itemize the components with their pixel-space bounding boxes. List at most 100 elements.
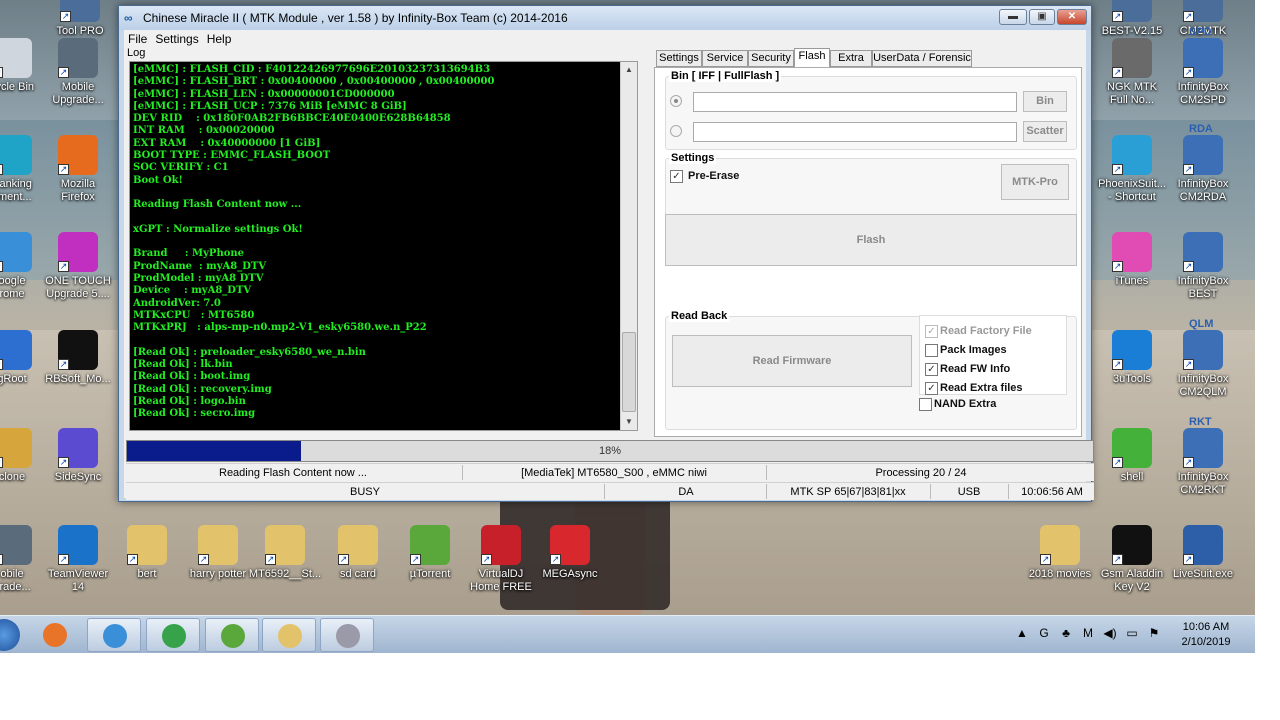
bin-path-field[interactable] bbox=[693, 92, 1017, 112]
menu-settings[interactable]: Settings bbox=[151, 30, 202, 46]
desktop-icon[interactable]: ↗ Gsm Aladdin Key V2 bbox=[1092, 525, 1172, 594]
desktop-icon[interactable]: ↗ RDA InfinityBox CM2RDA bbox=[1163, 123, 1243, 204]
desktop-icon-label: VirtualDJ Home FREE bbox=[470, 568, 532, 593]
desktop-icon[interactable]: ↗ RBSoft_Mo... bbox=[38, 330, 118, 386]
tray-icon[interactable]: ⚑ bbox=[1147, 626, 1161, 640]
log-scrollbar[interactable]: ▲ ▼ bbox=[620, 62, 637, 430]
app-icon: ↗ bbox=[0, 232, 32, 272]
desktop-icon[interactable]: ↗ TeamViewer 14 bbox=[38, 525, 118, 594]
log-line: MTKxCPU : MT6580 bbox=[133, 309, 255, 321]
shortcut-arrow-icon: ↗ bbox=[1183, 554, 1194, 565]
desktop-icon[interactable]: ↗ ONE TOUCH Upgrade 5.... bbox=[38, 232, 118, 301]
minimize-button[interactable]: ▬ bbox=[999, 9, 1027, 25]
bin-radio[interactable] bbox=[670, 95, 682, 107]
shortcut-arrow-icon: ↗ bbox=[0, 359, 3, 370]
bin-group-title: Bin [ IFF | FullFlash ] bbox=[669, 70, 782, 82]
app-icon: ↗ bbox=[1112, 232, 1152, 272]
start-orb-icon[interactable] bbox=[0, 619, 20, 651]
desktop-icon-label: sd card bbox=[339, 568, 377, 580]
desktop-icon[interactable]: ↗ InfinityBox BEST bbox=[1163, 232, 1243, 301]
desktop-icon[interactable]: ↗ MEGAsync bbox=[530, 525, 610, 581]
scroll-thumb[interactable] bbox=[622, 332, 636, 412]
read-option-checkbox[interactable]: ✓ bbox=[925, 363, 938, 376]
menu-file[interactable]: File bbox=[124, 30, 151, 46]
app-icon: ↗ bbox=[0, 135, 32, 175]
status-message: Reading Flash Content now ... bbox=[219, 467, 367, 479]
desktop-icon[interactable]: ↗ BEST-V2.15 bbox=[1092, 0, 1172, 38]
desktop-icon[interactable]: ↗ PhoenixSuit... - Shortcut bbox=[1092, 135, 1172, 204]
desktop-icon[interactable]: ↗ Tool PRO bbox=[40, 0, 120, 38]
desktop-icon[interactable]: ↗ VirtualDJ Home FREE bbox=[461, 525, 541, 594]
app-icon: ↗ bbox=[1112, 428, 1152, 468]
desktop-icon[interactable]: ↗ sd card bbox=[318, 525, 398, 581]
tab-userdata-forensic[interactable]: UserData / Forensic bbox=[872, 50, 972, 67]
scroll-up-icon[interactable]: ▲ bbox=[621, 62, 637, 78]
read-option-checkbox[interactable] bbox=[925, 344, 938, 357]
nand-extra-checkbox[interactable] bbox=[919, 398, 932, 411]
mtk-pro-button[interactable]: MTK-Pro bbox=[1001, 164, 1069, 200]
desktop-icon[interactable]: ↗ SideSync bbox=[38, 428, 118, 484]
desktop-icon[interactable]: ↗ NGK MTK Full No... bbox=[1092, 38, 1172, 107]
desktop-icon[interactable]: ↗ QLM InfinityBox CM2QLM bbox=[1163, 318, 1243, 399]
read-option-checkbox[interactable]: ✓ bbox=[925, 382, 938, 395]
scatter-radio[interactable] bbox=[670, 125, 682, 137]
taskbar-button-media-player[interactable] bbox=[28, 618, 82, 652]
shortcut-arrow-icon: ↗ bbox=[338, 554, 349, 565]
taskbar-button-chrome[interactable] bbox=[87, 618, 141, 652]
desktop-icon[interactable]: ↗ MT6592__St... bbox=[245, 525, 325, 581]
desktop-icon[interactable]: ↗ bert bbox=[107, 525, 187, 581]
close-button[interactable]: ✕ bbox=[1057, 9, 1087, 25]
explorer-icon bbox=[278, 624, 302, 648]
pre-erase-checkbox[interactable]: ✓ bbox=[670, 170, 683, 183]
shortcut-arrow-icon: ↗ bbox=[1183, 11, 1194, 22]
desktop-icon[interactable]: ↗ 3uTools bbox=[1092, 330, 1172, 386]
taskbar-button-network[interactable] bbox=[146, 618, 200, 652]
desktop-icon[interactable]: ↗ LiveSuit.exe bbox=[1163, 525, 1243, 581]
system-clock[interactable]: 10:06 AM 2/10/2019 bbox=[1170, 620, 1242, 650]
log-line: [eMMC] : FLASH_UCP : 7376 MiB [eMMC 8 Gi… bbox=[133, 100, 407, 112]
tray-icon[interactable]: M bbox=[1081, 626, 1095, 640]
desktop-icon[interactable]: ↗ SPD InfinityBox CM2SPD bbox=[1163, 26, 1243, 107]
log-panel[interactable]: [eMMC] : FLASH_CID : F40122426977696E201… bbox=[129, 61, 638, 431]
scatter-button[interactable]: Scatter bbox=[1023, 121, 1067, 142]
desktop-icon[interactable]: ↗ Mozilla Firefox bbox=[38, 135, 118, 204]
bin-button[interactable]: Bin bbox=[1023, 91, 1067, 112]
tab-security[interactable]: Security bbox=[748, 50, 794, 67]
desktop-icon[interactable]: ↗ 2018 movies bbox=[1020, 525, 1100, 581]
desktop-icon[interactable]: ↗ shell bbox=[1092, 428, 1172, 484]
taskbar-button-cm2-app[interactable] bbox=[320, 618, 374, 652]
desktop-icon[interactable]: ↗ µTorrent bbox=[390, 525, 470, 581]
taskbar-button-utorrent[interactable] bbox=[205, 618, 259, 652]
tray-icon[interactable]: ◀) bbox=[1103, 626, 1117, 640]
log-line: [Read Ok] : preloader_esky6580_we_n.bin bbox=[133, 346, 366, 358]
desktop-icon[interactable]: ↗ RKT InfinityBox CM2RKT bbox=[1163, 416, 1243, 497]
shortcut-arrow-icon: ↗ bbox=[1112, 164, 1123, 175]
desktop-icon-label: PhoenixSuit... - Shortcut bbox=[1098, 178, 1166, 203]
read-option-label: Read FW Info bbox=[940, 363, 1011, 375]
scroll-down-icon[interactable]: ▼ bbox=[621, 414, 637, 430]
menu-help[interactable]: Help bbox=[203, 30, 236, 46]
title-bar[interactable]: ∞ Chinese Miracle II ( MTK Module , ver … bbox=[119, 6, 1091, 30]
tray-icon[interactable]: G bbox=[1037, 626, 1051, 640]
cm2-app-icon bbox=[336, 624, 360, 648]
app-icon: ↗ bbox=[1112, 38, 1152, 78]
maximize-button[interactable]: ▣ bbox=[1029, 9, 1055, 25]
log-line: EXT RAM : 0x40000000 [1 GiB] bbox=[133, 137, 321, 149]
tab-service[interactable]: Service bbox=[702, 50, 748, 67]
read-firmware-button[interactable]: Read Firmware bbox=[672, 335, 912, 387]
tab-flash[interactable]: Flash bbox=[794, 48, 830, 67]
tab-extra[interactable]: Extra bbox=[830, 50, 872, 67]
desktop-icon-label: 2018 movies bbox=[1028, 568, 1092, 580]
flash-button[interactable]: Flash bbox=[665, 214, 1077, 266]
log-text: [eMMC] : FLASH_CID : F40122426977696E201… bbox=[133, 64, 618, 428]
taskbar-button-explorer[interactable] bbox=[262, 618, 316, 652]
tab-settings[interactable]: Settings bbox=[656, 50, 702, 67]
desktop-icon[interactable]: ↗ Mobile Upgrade... bbox=[38, 38, 118, 107]
tray-icon[interactable]: ♣ bbox=[1059, 626, 1073, 640]
desktop-icon-label: µTorrent bbox=[409, 568, 451, 580]
tray-icon[interactable]: ▲ bbox=[1015, 626, 1029, 640]
tray-icon[interactable]: ▭ bbox=[1125, 626, 1139, 640]
desktop-icon[interactable]: ↗ iTunes bbox=[1092, 232, 1172, 288]
scatter-path-field[interactable] bbox=[693, 122, 1017, 142]
